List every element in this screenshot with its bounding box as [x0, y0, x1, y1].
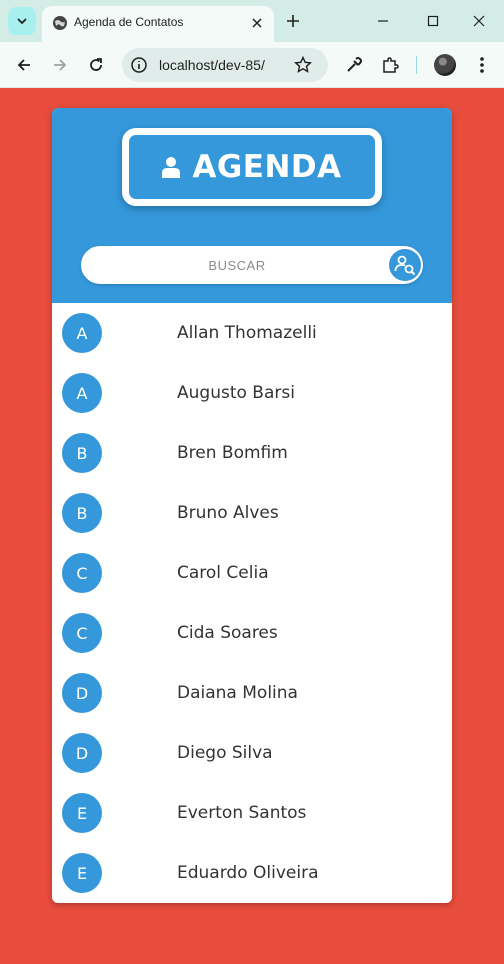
- maximize-icon: [427, 15, 439, 27]
- contact-list: A Allan Thomazelli A Augusto Barsi B Bre…: [52, 303, 452, 903]
- minimize-button[interactable]: [372, 10, 394, 32]
- contact-avatar: D: [62, 673, 102, 713]
- contact-row[interactable]: C Carol Celia: [52, 543, 452, 603]
- contact-name: Bruno Alves: [177, 503, 279, 523]
- toolbar-separator: [416, 56, 417, 74]
- contact-row[interactable]: B Bruno Alves: [52, 483, 452, 543]
- contact-name: Eduardo Oliveira: [177, 863, 319, 883]
- search-input[interactable]: [97, 252, 377, 278]
- contact-row[interactable]: D Daiana Molina: [52, 663, 452, 723]
- close-icon: [473, 15, 485, 27]
- minimize-icon: [378, 20, 388, 22]
- contact-row[interactable]: A Allan Thomazelli: [52, 303, 452, 363]
- contact-avatar: A: [62, 313, 102, 353]
- contact-name: Everton Santos: [177, 803, 307, 823]
- arrow-left-icon: [17, 59, 30, 71]
- page-title: AGENDA: [192, 149, 342, 185]
- contact-row[interactable]: E Eduardo Oliveira: [52, 843, 452, 903]
- arrow-right-icon: [54, 59, 67, 71]
- close-window-button[interactable]: [468, 10, 490, 32]
- contact-name: Bren Bomfim: [177, 443, 288, 463]
- forward-button[interactable]: [48, 53, 72, 77]
- tab-close-button[interactable]: [248, 14, 266, 32]
- reload-button[interactable]: [84, 53, 108, 77]
- contact-row[interactable]: D Diego Silva: [52, 723, 452, 783]
- maximize-button[interactable]: [422, 10, 444, 32]
- contact-avatar: E: [62, 793, 102, 833]
- star-icon[interactable]: [294, 56, 312, 74]
- user-icon: [162, 157, 181, 178]
- browser-tab-strip: Agenda de Contatos: [0, 0, 504, 42]
- new-tab-button[interactable]: [284, 12, 302, 30]
- contact-avatar: B: [62, 433, 102, 473]
- contact-row[interactable]: E Everton Santos: [52, 783, 452, 843]
- reload-icon: [90, 58, 102, 71]
- contact-name: Allan Thomazelli: [177, 323, 317, 343]
- eyedropper-button[interactable]: [342, 53, 366, 77]
- contact-name: Augusto Barsi: [177, 383, 295, 403]
- globe-icon: [53, 16, 67, 30]
- contact-avatar: E: [62, 853, 102, 893]
- contact-row[interactable]: B Bren Bomfim: [52, 423, 452, 483]
- plus-icon: [287, 15, 299, 27]
- chevron-down-icon: [17, 18, 27, 25]
- extensions-button[interactable]: [378, 53, 402, 77]
- close-icon: [252, 18, 262, 28]
- contact-name: Cida Soares: [177, 623, 278, 643]
- contact-name: Carol Celia: [177, 563, 269, 583]
- contact-row[interactable]: A Augusto Barsi: [52, 363, 452, 423]
- contact-name: Diego Silva: [177, 743, 273, 763]
- back-button[interactable]: [12, 53, 36, 77]
- contact-name: Daiana Molina: [177, 683, 298, 703]
- search-button[interactable]: [389, 249, 421, 281]
- url-text: localhost/dev-85/: [159, 57, 265, 73]
- tab-search-button[interactable]: [8, 7, 36, 35]
- tab-title: Agenda de Contatos: [74, 15, 184, 29]
- eyedropper-icon: [347, 57, 362, 72]
- contact-avatar: B: [62, 493, 102, 533]
- contact-avatar: A: [62, 373, 102, 413]
- contact-avatar: C: [62, 613, 102, 653]
- browser-toolbar: localhost/dev-85/: [0, 42, 504, 88]
- address-bar[interactable]: localhost/dev-85/: [122, 48, 328, 82]
- user-search-icon: [394, 255, 416, 276]
- profile-avatar[interactable]: [434, 54, 456, 76]
- contact-row[interactable]: C Cida Soares: [52, 603, 452, 663]
- site-info-icon[interactable]: [130, 56, 148, 74]
- agenda-logo: AGENDA: [122, 128, 382, 206]
- agenda-header: AGENDA: [52, 108, 452, 303]
- agenda-logo-inner: AGENDA: [132, 138, 372, 196]
- search-bar: [81, 246, 423, 284]
- agenda-card: AGENDA A Allan Thomazelli A Augusto Bars…: [52, 108, 452, 903]
- menu-button[interactable]: [470, 53, 494, 77]
- browser-tab[interactable]: Agenda de Contatos: [42, 6, 274, 42]
- more-vertical-icon: [480, 57, 484, 73]
- puzzle-icon: [383, 57, 399, 73]
- contact-avatar: D: [62, 733, 102, 773]
- contact-avatar: C: [62, 553, 102, 593]
